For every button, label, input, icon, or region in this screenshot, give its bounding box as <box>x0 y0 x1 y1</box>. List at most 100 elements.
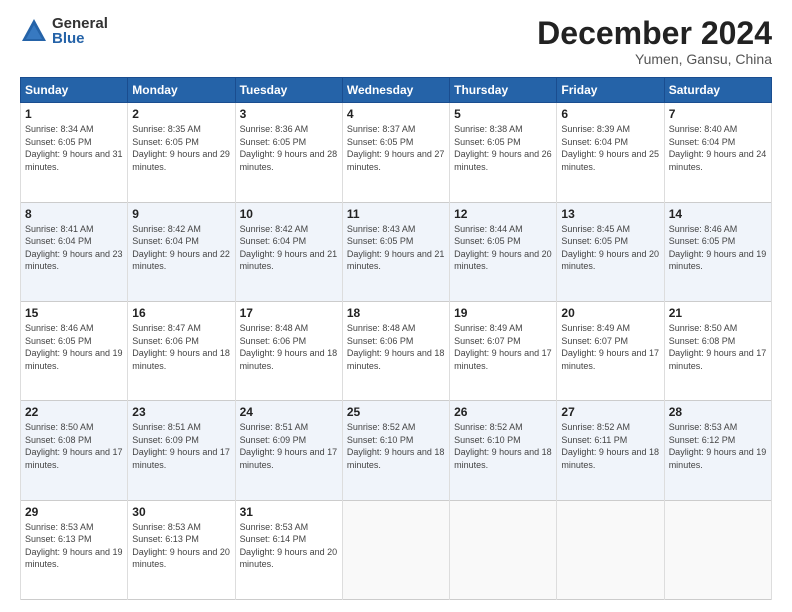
day-cell <box>664 500 771 599</box>
day-cell: 22 Sunrise: 8:50 AMSunset: 6:08 PMDayligh… <box>21 401 128 500</box>
day-cell <box>450 500 557 599</box>
day-cell: 6 Sunrise: 8:39 AMSunset: 6:04 PMDaylight… <box>557 103 664 202</box>
day-info: Sunrise: 8:40 AMSunset: 6:04 PMDaylight:… <box>669 123 767 173</box>
day-info: Sunrise: 8:49 AMSunset: 6:07 PMDaylight:… <box>561 322 659 372</box>
day-info: Sunrise: 8:53 AMSunset: 6:14 PMDaylight:… <box>240 521 338 571</box>
day-info: Sunrise: 8:34 AMSunset: 6:05 PMDaylight:… <box>25 123 123 173</box>
day-cell: 31 Sunrise: 8:53 AMSunset: 6:14 PMDayligh… <box>235 500 342 599</box>
day-info: Sunrise: 8:52 AMSunset: 6:10 PMDaylight:… <box>347 421 445 471</box>
day-info: Sunrise: 8:53 AMSunset: 6:12 PMDaylight:… <box>669 421 767 471</box>
day-info: Sunrise: 8:52 AMSunset: 6:11 PMDaylight:… <box>561 421 659 471</box>
day-number: 11 <box>347 207 445 221</box>
day-number: 14 <box>669 207 767 221</box>
day-number: 4 <box>347 107 445 121</box>
day-cell: 16Sunrise: 8:47 AMSunset: 6:06 PMDayligh… <box>128 301 235 400</box>
day-cell: 29 Sunrise: 8:53 AMSunset: 6:13 PMDayligh… <box>21 500 128 599</box>
day-info: Sunrise: 8:51 AMSunset: 6:09 PMDaylight:… <box>240 421 338 471</box>
day-info: Sunrise: 8:49 AMSunset: 6:07 PMDaylight:… <box>454 322 552 372</box>
day-cell: 18Sunrise: 8:48 AMSunset: 6:06 PMDayligh… <box>342 301 449 400</box>
day-number: 30 <box>132 505 230 519</box>
logo-blue: Blue <box>52 31 108 46</box>
day-info: Sunrise: 8:46 AMSunset: 6:05 PMDaylight:… <box>669 223 767 273</box>
day-number: 25 <box>347 405 445 419</box>
day-cell: 1Sunrise: 8:34 AMSunset: 6:05 PMDaylight… <box>21 103 128 202</box>
day-number: 15 <box>25 306 123 320</box>
day-info: Sunrise: 8:36 AMSunset: 6:05 PMDaylight:… <box>240 123 338 173</box>
weekday-header-thursday: Thursday <box>450 78 557 103</box>
weekday-header-wednesday: Wednesday <box>342 78 449 103</box>
day-number: 26 <box>454 405 552 419</box>
calendar-body: 1Sunrise: 8:34 AMSunset: 6:05 PMDaylight… <box>21 103 772 600</box>
day-number: 28 <box>669 405 767 419</box>
day-cell: 27 Sunrise: 8:52 AMSunset: 6:11 PMDayligh… <box>557 401 664 500</box>
day-number: 7 <box>669 107 767 121</box>
day-cell: 8 Sunrise: 8:41 AMSunset: 6:04 PMDaylight… <box>21 202 128 301</box>
weekday-header-tuesday: Tuesday <box>235 78 342 103</box>
weekday-header-row: SundayMondayTuesdayWednesdayThursdayFrid… <box>21 78 772 103</box>
day-info: Sunrise: 8:39 AMSunset: 6:04 PMDaylight:… <box>561 123 659 173</box>
day-cell: 21Sunrise: 8:50 AMSunset: 6:08 PMDayligh… <box>664 301 771 400</box>
page: General Blue December 2024 Yumen, Gansu,… <box>0 0 792 612</box>
week-row-2: 8 Sunrise: 8:41 AMSunset: 6:04 PMDaylight… <box>21 202 772 301</box>
day-info: Sunrise: 8:53 AMSunset: 6:13 PMDaylight:… <box>25 521 123 571</box>
day-number: 8 <box>25 207 123 221</box>
day-cell: 19 Sunrise: 8:49 AMSunset: 6:07 PMDayligh… <box>450 301 557 400</box>
day-number: 2 <box>132 107 230 121</box>
day-cell: 3Sunrise: 8:36 AMSunset: 6:05 PMDaylight… <box>235 103 342 202</box>
day-cell: 30 Sunrise: 8:53 AMSunset: 6:13 PMDayligh… <box>128 500 235 599</box>
calendar-header: SundayMondayTuesdayWednesdayThursdayFrid… <box>21 78 772 103</box>
day-cell <box>342 500 449 599</box>
day-info: Sunrise: 8:35 AMSunset: 6:05 PMDaylight:… <box>132 123 230 173</box>
day-number: 12 <box>454 207 552 221</box>
day-cell: 2 Sunrise: 8:35 AMSunset: 6:05 PMDaylight… <box>128 103 235 202</box>
day-cell <box>557 500 664 599</box>
day-number: 20 <box>561 306 659 320</box>
day-cell: 23Sunrise: 8:51 AMSunset: 6:09 PMDayligh… <box>128 401 235 500</box>
day-info: Sunrise: 8:44 AMSunset: 6:05 PMDaylight:… <box>454 223 552 273</box>
week-row-5: 29 Sunrise: 8:53 AMSunset: 6:13 PMDayligh… <box>21 500 772 599</box>
day-cell: 14 Sunrise: 8:46 AMSunset: 6:05 PMDayligh… <box>664 202 771 301</box>
day-number: 17 <box>240 306 338 320</box>
day-cell: 26Sunrise: 8:52 AMSunset: 6:10 PMDayligh… <box>450 401 557 500</box>
day-cell: 25 Sunrise: 8:52 AMSunset: 6:10 PMDayligh… <box>342 401 449 500</box>
day-number: 22 <box>25 405 123 419</box>
day-info: Sunrise: 8:41 AMSunset: 6:04 PMDaylight:… <box>25 223 123 273</box>
day-info: Sunrise: 8:42 AMSunset: 6:04 PMDaylight:… <box>132 223 230 273</box>
day-info: Sunrise: 8:38 AMSunset: 6:05 PMDaylight:… <box>454 123 552 173</box>
day-info: Sunrise: 8:51 AMSunset: 6:09 PMDaylight:… <box>132 421 230 471</box>
weekday-header-friday: Friday <box>557 78 664 103</box>
logo: General Blue <box>20 16 108 46</box>
calendar-table: SundayMondayTuesdayWednesdayThursdayFrid… <box>20 77 772 600</box>
day-number: 10 <box>240 207 338 221</box>
day-number: 31 <box>240 505 338 519</box>
day-cell: 17 Sunrise: 8:48 AMSunset: 6:06 PMDayligh… <box>235 301 342 400</box>
day-cell: 24 Sunrise: 8:51 AMSunset: 6:09 PMDayligh… <box>235 401 342 500</box>
day-info: Sunrise: 8:48 AMSunset: 6:06 PMDaylight:… <box>240 322 338 372</box>
day-info: Sunrise: 8:46 AMSunset: 6:05 PMDaylight:… <box>25 322 123 372</box>
day-info: Sunrise: 8:42 AMSunset: 6:04 PMDaylight:… <box>240 223 338 273</box>
logo-text: General Blue <box>52 16 108 46</box>
day-cell: 15 Sunrise: 8:46 AMSunset: 6:05 PMDayligh… <box>21 301 128 400</box>
day-number: 29 <box>25 505 123 519</box>
day-number: 6 <box>561 107 659 121</box>
day-cell: 9 Sunrise: 8:42 AMSunset: 6:04 PMDaylight… <box>128 202 235 301</box>
day-number: 27 <box>561 405 659 419</box>
week-row-4: 22 Sunrise: 8:50 AMSunset: 6:08 PMDayligh… <box>21 401 772 500</box>
day-info: Sunrise: 8:53 AMSunset: 6:13 PMDaylight:… <box>132 521 230 571</box>
logo-general: General <box>52 16 108 31</box>
day-number: 19 <box>454 306 552 320</box>
day-number: 24 <box>240 405 338 419</box>
day-number: 9 <box>132 207 230 221</box>
weekday-header-sunday: Sunday <box>21 78 128 103</box>
day-number: 5 <box>454 107 552 121</box>
day-cell: 7 Sunrise: 8:40 AMSunset: 6:04 PMDaylight… <box>664 103 771 202</box>
day-info: Sunrise: 8:50 AMSunset: 6:08 PMDaylight:… <box>25 421 123 471</box>
day-number: 16 <box>132 306 230 320</box>
day-info: Sunrise: 8:37 AMSunset: 6:05 PMDaylight:… <box>347 123 445 173</box>
location: Yumen, Gansu, China <box>537 51 772 67</box>
day-cell: 13Sunrise: 8:45 AMSunset: 6:05 PMDayligh… <box>557 202 664 301</box>
day-cell: 4 Sunrise: 8:37 AMSunset: 6:05 PMDaylight… <box>342 103 449 202</box>
day-cell: 20 Sunrise: 8:49 AMSunset: 6:07 PMDayligh… <box>557 301 664 400</box>
day-info: Sunrise: 8:45 AMSunset: 6:05 PMDaylight:… <box>561 223 659 273</box>
header: General Blue December 2024 Yumen, Gansu,… <box>20 16 772 67</box>
